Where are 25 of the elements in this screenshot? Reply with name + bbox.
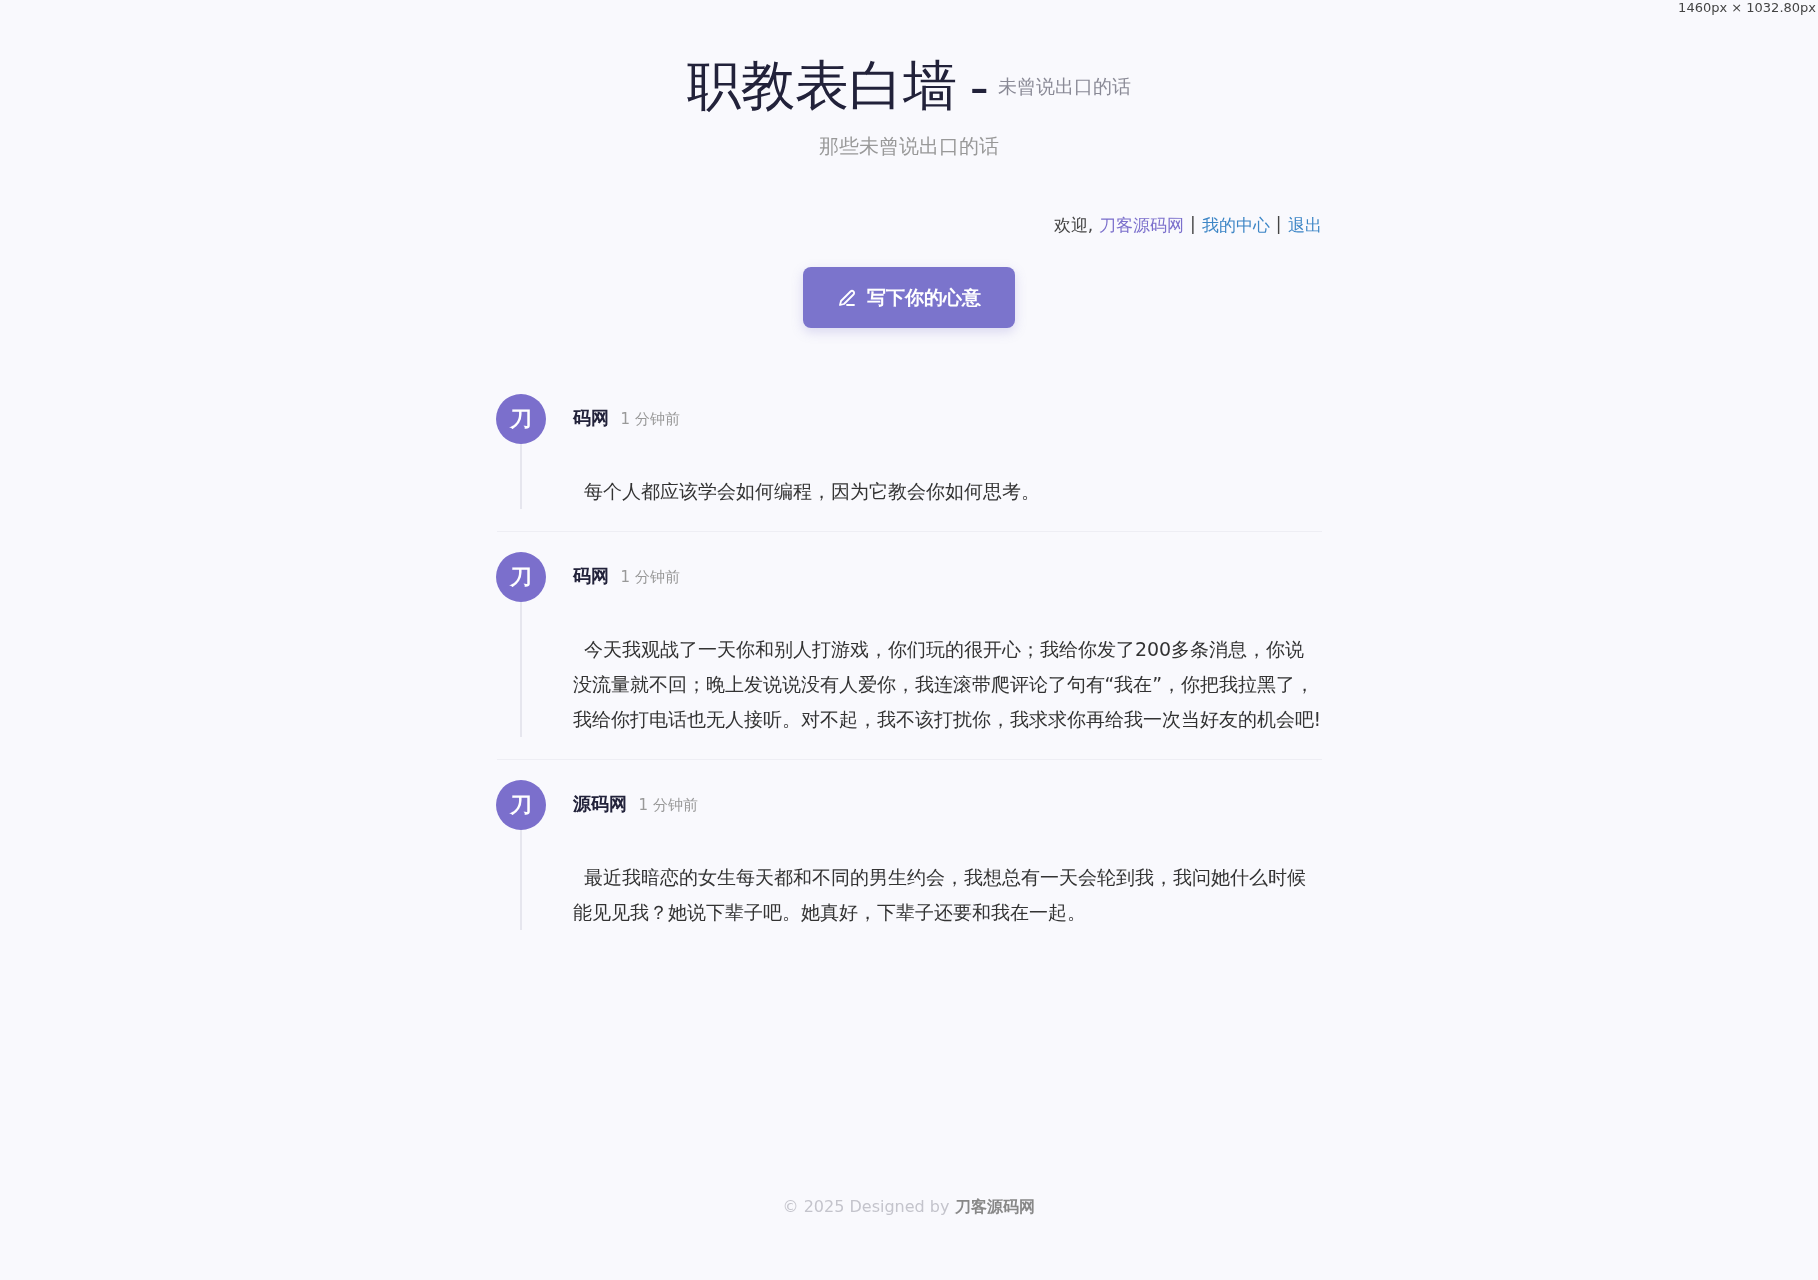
- avatar: 刀: [495, 780, 546, 830]
- title-fragment: 未曾说出口的话: [998, 73, 1132, 99]
- username-link[interactable]: 刀客源码网: [1099, 214, 1185, 237]
- separator-text: |: [1190, 214, 1196, 236]
- avatar: 刀: [495, 394, 546, 444]
- post-time: 1 分钟前: [620, 410, 680, 429]
- author-name: 源码网: [572, 792, 627, 816]
- page-subtitle: 那些未曾说出口的话: [818, 133, 1000, 160]
- avatar: 刀: [495, 552, 546, 602]
- post-content: 每个人都应该学会如何编程，因为它教会你如何思考。: [582, 479, 1041, 504]
- logout-link[interactable]: 退出: [1287, 214, 1322, 237]
- pencil-icon: [837, 287, 857, 308]
- author-name: 码网: [572, 406, 609, 430]
- separator-text: |: [1275, 214, 1282, 236]
- write-button[interactable]: 写下你的心意: [803, 267, 1015, 328]
- post-time: 1 分钟前: [638, 796, 698, 815]
- page-title: 职教表白墙 -: [686, 55, 989, 118]
- post-time: 1 分钟前: [620, 568, 680, 587]
- post-content: 最近我暗恋的女生每天都和不同的男生约会，我想总有一天会轮到我，我问她什么时候能见见我？她说下辈子吧。她真好，下辈子还要和我在一起。: [572, 865, 1307, 925]
- welcome-text: 欢迎,: [1053, 214, 1094, 237]
- author-name: 码网: [572, 564, 609, 588]
- post-content: 今天我观战了一天你和别人打游戏，你们玩的很开心；我给你发了200多条消息，你说没流量就不回；晚上发说说没有人爱你，我连滚带爬评论了句有“我在”，你把我拉黑了，我给你打电话也无人接听。对不起，我不该打扰你，我求求你再给我一次当好友的机会吧!: [572, 637, 1322, 732]
- viewport-size-label: 1460px × 1032.80px: [1678, 0, 1816, 15]
- my-center-link[interactable]: 我的中心: [1201, 214, 1270, 237]
- footer-brand: 刀客源码网: [955, 1197, 1036, 1218]
